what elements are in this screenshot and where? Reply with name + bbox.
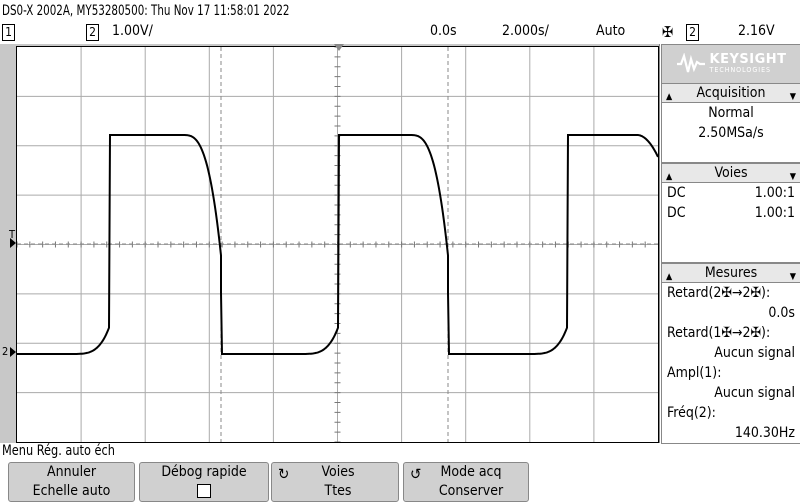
waveform-display[interactable] [16,46,659,443]
softkey-fast-debug[interactable]: Débog rapide [139,462,269,502]
keysight-logo: KEYSIGHT TECHNOLOGIES [661,44,800,84]
rotate-knob-icon: ↻ [278,465,290,483]
acquisition-mode: Normal [708,105,754,121]
acquisition-header: ▲ Acquisition ▼ [662,84,800,103]
trigger-edge-icon: ✠ [662,23,674,41]
time-reference-marker-icon [334,44,344,51]
horizontal-delay: 0.0s [430,23,457,39]
measurement-label: Ampl(1): [667,365,722,381]
status-bar: 1 2 1.00V/ 0.0s 2.000s/ Auto ✠ 2 2.16V [0,22,800,41]
measurements-panel: ▲ Mesures ▼ Retard(2✠→2✠): 0.0s Retard(1✠→… [661,263,800,444]
measurement-value: 140.30Hz [734,425,795,441]
measurement-label: Fréq(2): [667,405,716,421]
fast-debug-checkbox[interactable] [197,484,211,498]
measurement-value: Aucun signal [714,385,795,401]
channel-1-row: DC 1.00:1 [667,185,795,201]
softkey-channels[interactable]: ↻ Voies Ttes [271,462,399,502]
measurement-value: 0.0s [768,305,795,321]
channel-2-ground-marker: 2 [2,345,9,358]
channel-2-scale: 1.00V/ [112,23,153,39]
waveform-graticule [16,46,659,443]
measurement-label: Retard(2✠→2✠): [667,285,771,301]
keysight-wave-icon [676,53,705,73]
trigger-level-arrow-icon [10,238,16,248]
sample-rate: 2.50MSa/s [698,125,764,141]
menu-title: Menu Rég. auto éch [2,443,115,459]
softkey-acq-mode[interactable]: ↺ Mode acq Conserver [403,462,529,502]
softkey-cancel-autoscale[interactable]: Annuler Echelle auto [8,462,135,502]
ground-arrow-icon [10,347,16,357]
measurements-header: ▲ Mesures ▼ [662,264,800,283]
rotate-knob-icon: ↺ [410,465,422,483]
measurement-label: Retard(1✠→2✠): [667,325,771,341]
timebase: 2.000s/ [502,23,549,39]
measurement-value: Aucun signal [714,345,795,361]
channels-panel: ▲ Voies ▼ DC 1.00:1 DC 1.00:1 [661,163,800,263]
window-title: DS0-X 2002A, MY53280500: Thu Nov 17 11:5… [2,3,290,19]
trigger-level: 2.16V [738,23,775,39]
channels-header: ▲ Voies ▼ [662,164,800,183]
channel-2-row: DC 1.00:1 [667,205,795,221]
acquisition-panel: ▲ Acquisition ▼ Normal 2.50MSa/s [661,83,800,163]
trigger-mode: Auto [596,23,626,39]
